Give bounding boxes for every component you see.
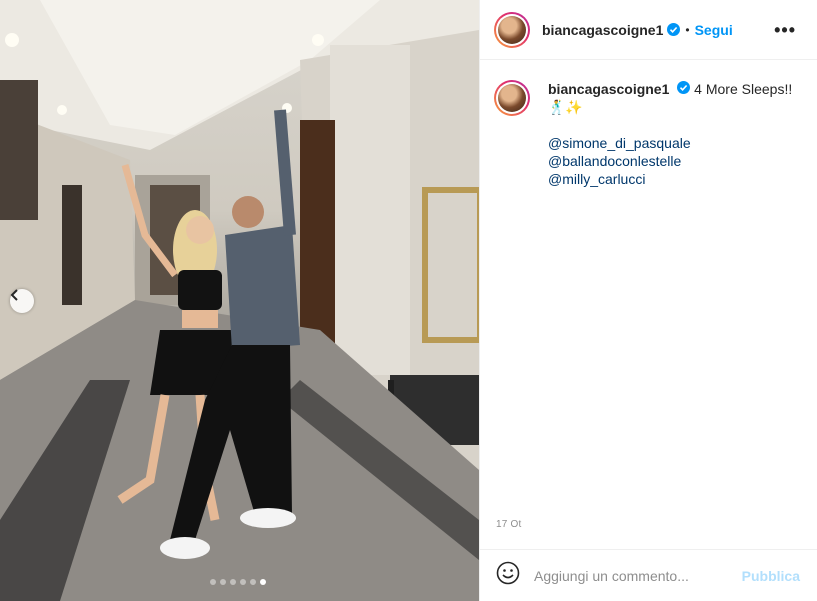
header-username[interactable]: biancagascoigne1 [542, 22, 663, 38]
verified-badge-icon [677, 81, 691, 94]
carousel-dot [210, 579, 216, 585]
carousel-dot [240, 579, 246, 585]
mention-link[interactable]: @simone_di_pasquale [548, 134, 804, 152]
carousel-dot-active [260, 579, 266, 585]
comment-input[interactable] [534, 567, 724, 584]
carousel-dot [220, 579, 226, 585]
caption-avatar[interactable] [494, 80, 530, 116]
carousel-indicator [210, 579, 266, 585]
avatar[interactable] [494, 11, 530, 48]
publish-button[interactable]: Pubblica [742, 568, 800, 584]
post-detail-panel: biancagascoigne1 • Segui ••• biancagasco… [479, 0, 817, 601]
post-media[interactable] [0, 0, 479, 601]
separator-dot: • [685, 22, 690, 37]
post-date[interactable]: 17 Ot [496, 519, 521, 530]
emoji-icon[interactable] [496, 561, 520, 590]
carousel-dot [250, 579, 256, 585]
post-header: biancagascoigne1 • Segui ••• [480, 0, 817, 60]
caption-text: 4 More Sleeps!! [694, 81, 793, 97]
follow-button[interactable]: Segui [695, 22, 733, 38]
caption-emoji: 🕺✨ [548, 99, 583, 115]
mention-link[interactable]: @ballandoconlestelle [548, 152, 804, 170]
mention-link[interactable]: @milly_carlucci [548, 170, 804, 188]
more-options-icon[interactable]: ••• [774, 20, 796, 41]
carousel-prev-button[interactable] [10, 289, 34, 313]
post-photo [0, 0, 479, 601]
caption-username[interactable]: biancagascoigne1 [548, 81, 669, 97]
comment-bar: Pubblica [480, 549, 817, 601]
carousel-dot [230, 579, 236, 585]
caption: biancagascoigne1 4 More Sleeps!! 🕺✨ @sim… [494, 80, 804, 188]
mention-list: @simone_di_pasquale @ballandoconlestelle… [548, 134, 804, 188]
verified-badge-icon [667, 23, 681, 36]
